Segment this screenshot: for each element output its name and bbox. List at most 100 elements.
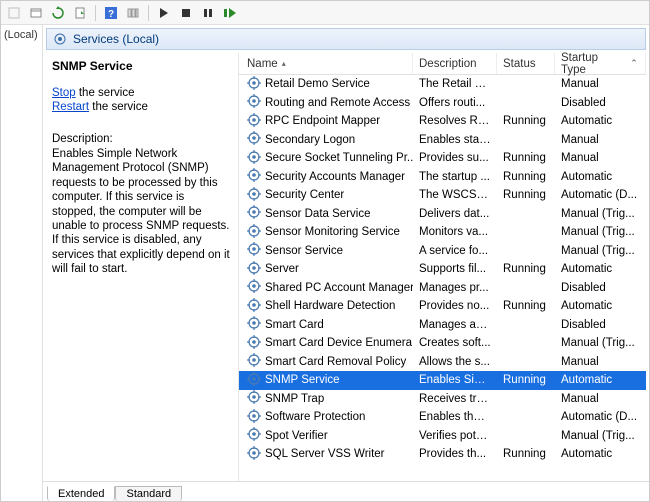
service-name: Smart Card Device Enumera... bbox=[265, 337, 413, 349]
service-row[interactable]: Security Accounts ManagerThe startup ...… bbox=[239, 168, 646, 187]
service-gear-icon bbox=[247, 446, 261, 463]
service-name: Spot Verifier bbox=[265, 430, 328, 442]
service-row[interactable]: SQL Server VSS WriterProvides th...Runni… bbox=[239, 445, 646, 464]
service-row[interactable]: SNMP TrapReceives tra...Manual bbox=[239, 390, 646, 409]
toolbar: ? bbox=[1, 1, 649, 25]
service-row[interactable]: Smart Card Removal PolicyAllows the s...… bbox=[239, 353, 646, 372]
service-startup: Disabled bbox=[555, 319, 645, 331]
column-startup-type[interactable]: Startup Type⌃ bbox=[555, 53, 646, 74]
service-gear-icon bbox=[247, 205, 261, 222]
service-startup: Manual (Trig... bbox=[555, 430, 645, 442]
export-icon[interactable] bbox=[71, 4, 89, 22]
service-description: Enables star... bbox=[413, 134, 497, 146]
service-description: Provides th... bbox=[413, 448, 497, 460]
service-description: Provides no... bbox=[413, 300, 497, 312]
tree-node-local[interactable]: (Local) bbox=[4, 29, 38, 41]
help-icon[interactable]: ? bbox=[102, 4, 120, 22]
service-startup: Automatic (D... bbox=[555, 411, 645, 423]
service-status: Running bbox=[497, 115, 555, 127]
grid-body[interactable]: Retail Demo Service The Retail D... Manual… bbox=[239, 75, 646, 481]
service-startup: Automatic bbox=[555, 374, 645, 386]
service-gear-icon bbox=[247, 242, 261, 259]
service-description: Enables the ... bbox=[413, 411, 497, 423]
properties-icon[interactable] bbox=[27, 4, 45, 22]
columns-icon[interactable] bbox=[124, 4, 142, 22]
service-row[interactable]: Shared PC Account ManagerManages pr...Di… bbox=[239, 279, 646, 298]
service-description: Enables Sim... bbox=[413, 374, 497, 386]
svg-text:?: ? bbox=[108, 9, 114, 20]
service-name: Secondary Logon bbox=[265, 134, 355, 146]
grid-header: Name▴ Description Status Startup Type⌃ bbox=[239, 53, 646, 75]
service-status: Running bbox=[497, 152, 555, 164]
restart-link[interactable]: Restart bbox=[52, 101, 89, 113]
service-name: SQL Server VSS Writer bbox=[265, 448, 385, 460]
service-row[interactable]: Routing and Remote AccessOffers routi...… bbox=[239, 94, 646, 113]
service-description: The Retail D... bbox=[413, 78, 497, 90]
tab-standard[interactable]: Standard bbox=[115, 486, 182, 501]
service-gear-icon bbox=[247, 224, 261, 241]
chevron-up-icon: ⌃ bbox=[629, 58, 639, 69]
service-row[interactable]: Secure Socket Tunneling Pr...Provides su… bbox=[239, 149, 646, 168]
service-row[interactable]: Sensor Data ServiceDelivers dat...Manual… bbox=[239, 205, 646, 224]
service-startup: Manual (Trig... bbox=[555, 337, 645, 349]
service-row[interactable]: Security CenterThe WSCSV...RunningAutoma… bbox=[239, 186, 646, 205]
service-row[interactable]: Sensor Monitoring ServiceMonitors va...M… bbox=[239, 223, 646, 242]
tree-pane[interactable]: (Local) bbox=[1, 25, 43, 501]
service-startup: Manual (Trig... bbox=[555, 245, 645, 257]
service-row[interactable]: ServerSupports fil...RunningAutomatic bbox=[239, 260, 646, 279]
pane-title: Services (Local) bbox=[73, 32, 159, 46]
service-gear-icon bbox=[247, 187, 261, 204]
service-row[interactable]: Spot VerifierVerifies pote...Manual (Tri… bbox=[239, 427, 646, 446]
column-name[interactable]: Name▴ bbox=[241, 53, 413, 74]
detail-panel: SNMP Service Stop the service Restart th… bbox=[46, 53, 238, 481]
service-status: Running bbox=[497, 189, 555, 201]
service-startup: Disabled bbox=[555, 282, 645, 294]
view-tabs: Extended Standard bbox=[43, 481, 649, 501]
pause-icon[interactable] bbox=[199, 4, 217, 22]
service-description: Monitors va... bbox=[413, 226, 497, 238]
restart-icon[interactable] bbox=[221, 4, 239, 22]
service-startup: Automatic bbox=[555, 115, 645, 127]
toolbar-divider bbox=[148, 5, 149, 21]
service-startup: Automatic bbox=[555, 171, 645, 183]
stop-icon[interactable] bbox=[177, 4, 195, 22]
service-row[interactable]: SNMP ServiceEnables Sim...RunningAutomat… bbox=[239, 371, 646, 390]
tab-extended[interactable]: Extended bbox=[47, 486, 115, 501]
service-gear-icon bbox=[247, 409, 261, 426]
service-row[interactable]: RPC Endpoint MapperResolves RP...Running… bbox=[239, 112, 646, 131]
service-gear-icon bbox=[247, 390, 261, 407]
service-startup: Manual bbox=[555, 356, 645, 368]
service-name: Shell Hardware Detection bbox=[265, 300, 395, 312]
services-window: ? (Local) Services (Local) SNMP Service … bbox=[0, 0, 650, 502]
back-icon[interactable] bbox=[5, 4, 23, 22]
service-row[interactable]: Smart CardManages ac...Disabled bbox=[239, 316, 646, 335]
service-status: Running bbox=[497, 300, 555, 312]
service-description: Resolves RP... bbox=[413, 115, 497, 127]
service-gear-icon bbox=[247, 113, 261, 130]
service-startup: Manual bbox=[555, 78, 645, 90]
refresh-icon[interactable] bbox=[49, 4, 67, 22]
service-gear-icon bbox=[247, 261, 261, 278]
service-startup: Automatic bbox=[555, 263, 645, 275]
service-row[interactable]: Software ProtectionEnables the ...Automa… bbox=[239, 408, 646, 427]
service-row[interactable]: Smart Card Device Enumera...Creates soft… bbox=[239, 334, 646, 353]
service-description: Supports fil... bbox=[413, 263, 497, 275]
service-row[interactable]: Retail Demo Service The Retail D... Manual bbox=[239, 75, 646, 94]
column-description[interactable]: Description bbox=[413, 53, 497, 74]
service-name: Retail Demo Service bbox=[265, 78, 370, 90]
service-startup: Manual (Trig... bbox=[555, 208, 645, 220]
service-row[interactable]: Sensor ServiceA service fo...Manual (Tri… bbox=[239, 242, 646, 261]
column-status[interactable]: Status bbox=[497, 53, 555, 74]
service-startup: Manual (Trig... bbox=[555, 226, 645, 238]
service-name: Security Center bbox=[265, 189, 344, 201]
right-pane: Services (Local) SNMP Service Stop the s… bbox=[43, 25, 649, 501]
service-name: Security Accounts Manager bbox=[265, 171, 405, 183]
start-icon[interactable] bbox=[155, 4, 173, 22]
service-gear-icon bbox=[247, 76, 261, 93]
service-startup: Manual bbox=[555, 393, 645, 405]
service-description: The WSCSV... bbox=[413, 189, 497, 201]
service-row[interactable]: Secondary LogonEnables star...Manual bbox=[239, 131, 646, 150]
stop-link[interactable]: Stop bbox=[52, 87, 76, 99]
service-row[interactable]: Shell Hardware Detection Provides no...Ru… bbox=[239, 297, 646, 316]
service-description: Manages pr... bbox=[413, 282, 497, 294]
